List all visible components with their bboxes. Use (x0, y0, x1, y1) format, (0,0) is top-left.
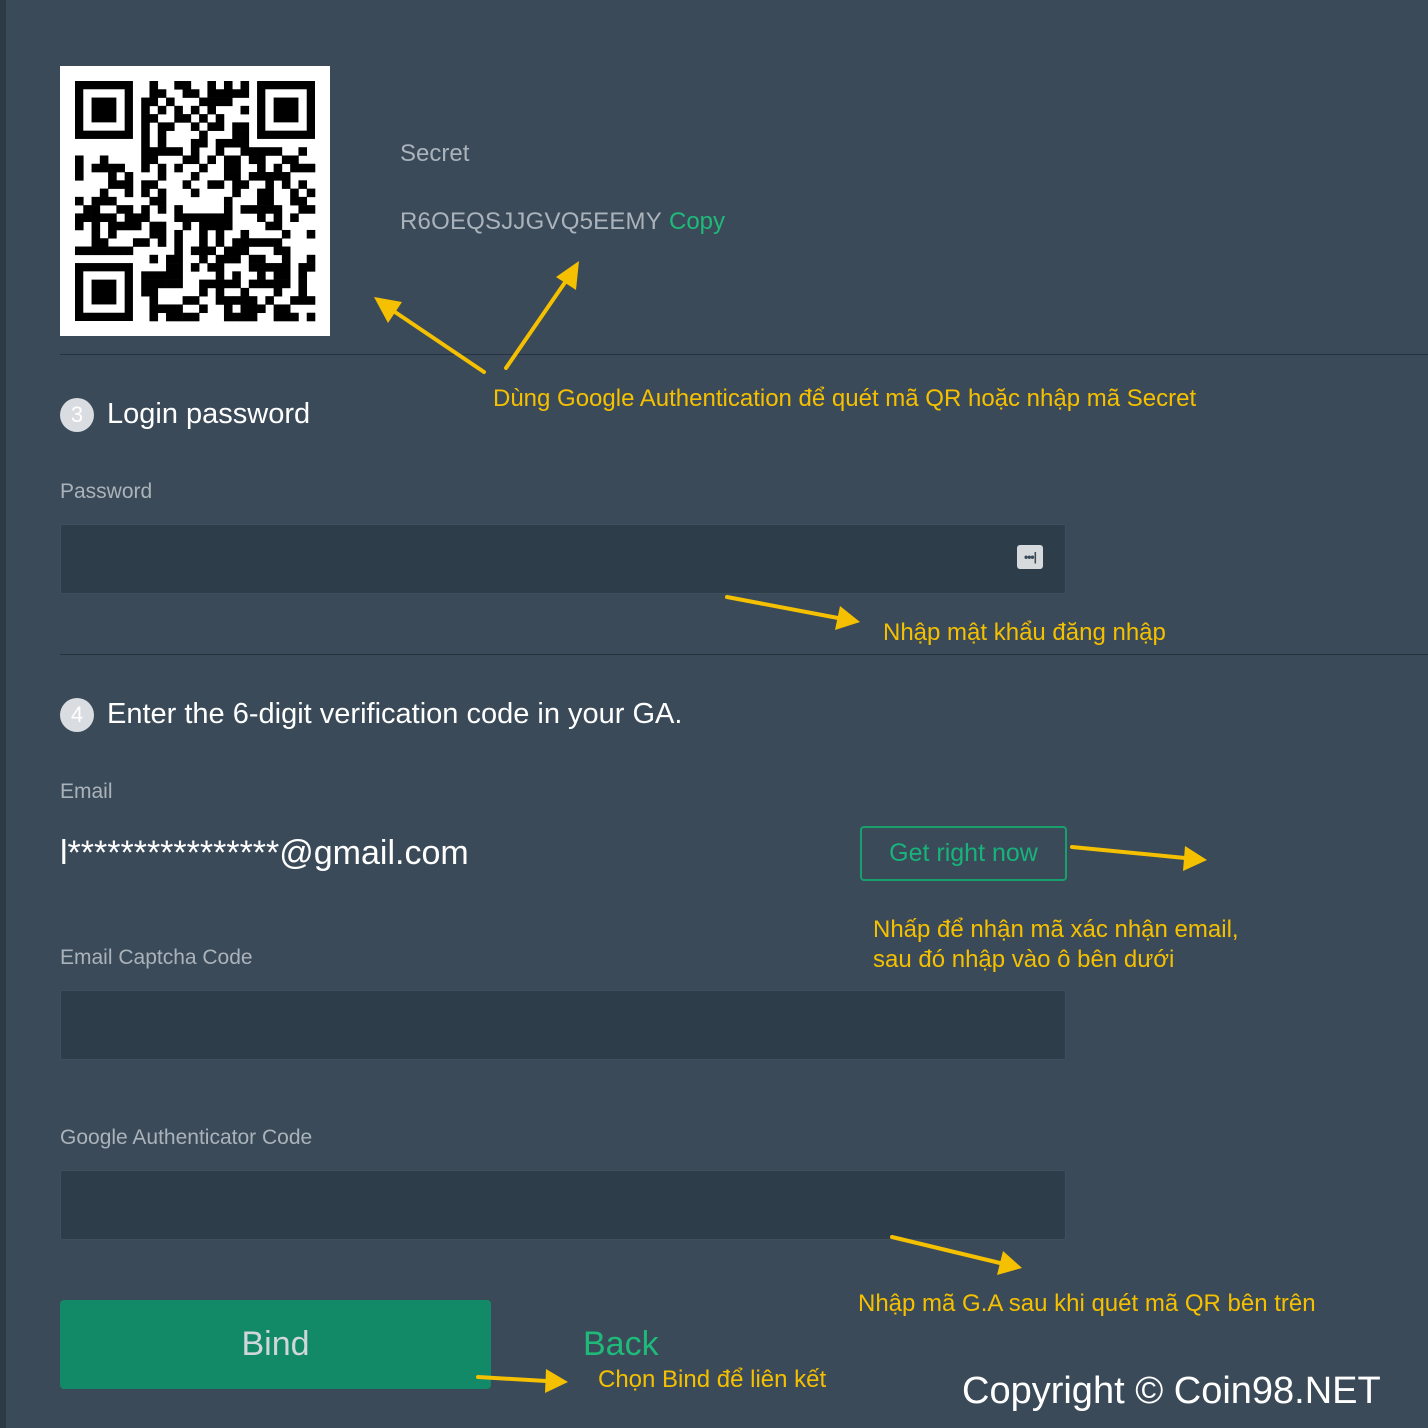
qr-code-image (75, 81, 316, 322)
secret-value: R6OEQSJJGVQ5EEMY (400, 208, 662, 235)
divider (60, 654, 1428, 655)
annotation-qr-hint: Dùng Google Authentication để quét mã QR… (493, 385, 1197, 412)
qr-code (60, 66, 330, 336)
password-input[interactable]: •••| (60, 524, 1066, 594)
ga-code-label: Google Authenticator Code (60, 1126, 313, 1149)
annotation-password-hint: Nhập mật khẩu đăng nhập (883, 619, 1166, 646)
step-title-login-password: Login password (107, 398, 311, 430)
divider (60, 354, 1428, 355)
email-label: Email (60, 780, 113, 803)
arrow-icon (725, 595, 860, 630)
secret-label: Secret (400, 140, 470, 167)
arrow-icon (1070, 845, 1207, 871)
arrow-icon (476, 1369, 568, 1393)
bind-button[interactable]: Bind (60, 1300, 491, 1389)
email-captcha-input[interactable] (60, 990, 1066, 1060)
back-link[interactable]: Back (583, 1325, 659, 1364)
password-label: Password (60, 480, 153, 503)
annotation-ga-hint: Nhập mã G.A sau khi quét mã QR bên trên (858, 1290, 1316, 1317)
step-number-badge: 4 (60, 698, 94, 732)
annotation-email-hint-line1: Nhấp để nhận mã xác nhận email, (873, 916, 1239, 943)
email-value: l****************@gmail.com (60, 834, 469, 872)
annotation-bind-hint: Chọn Bind để liên kết (598, 1366, 827, 1393)
copy-button[interactable]: Copy (669, 208, 725, 236)
annotation-email-hint-line2: sau đó nhập vào ô bên dưới (873, 946, 1175, 973)
email-captcha-label: Email Captcha Code (60, 946, 253, 969)
left-edge (0, 0, 6, 1428)
step-number-badge: 3 (60, 398, 94, 432)
arrow-icon (374, 297, 486, 374)
arrow-icon (504, 261, 579, 370)
get-code-button[interactable]: Get right now (860, 826, 1067, 881)
copyright-watermark: Copyright © Coin98.NET (962, 1370, 1381, 1412)
password-manager-icon[interactable]: •••| (1017, 545, 1043, 569)
arrow-icon (890, 1235, 1022, 1275)
step-title-verification: Enter the 6-digit verification code in y… (107, 698, 683, 730)
ga-code-input[interactable] (60, 1170, 1066, 1240)
